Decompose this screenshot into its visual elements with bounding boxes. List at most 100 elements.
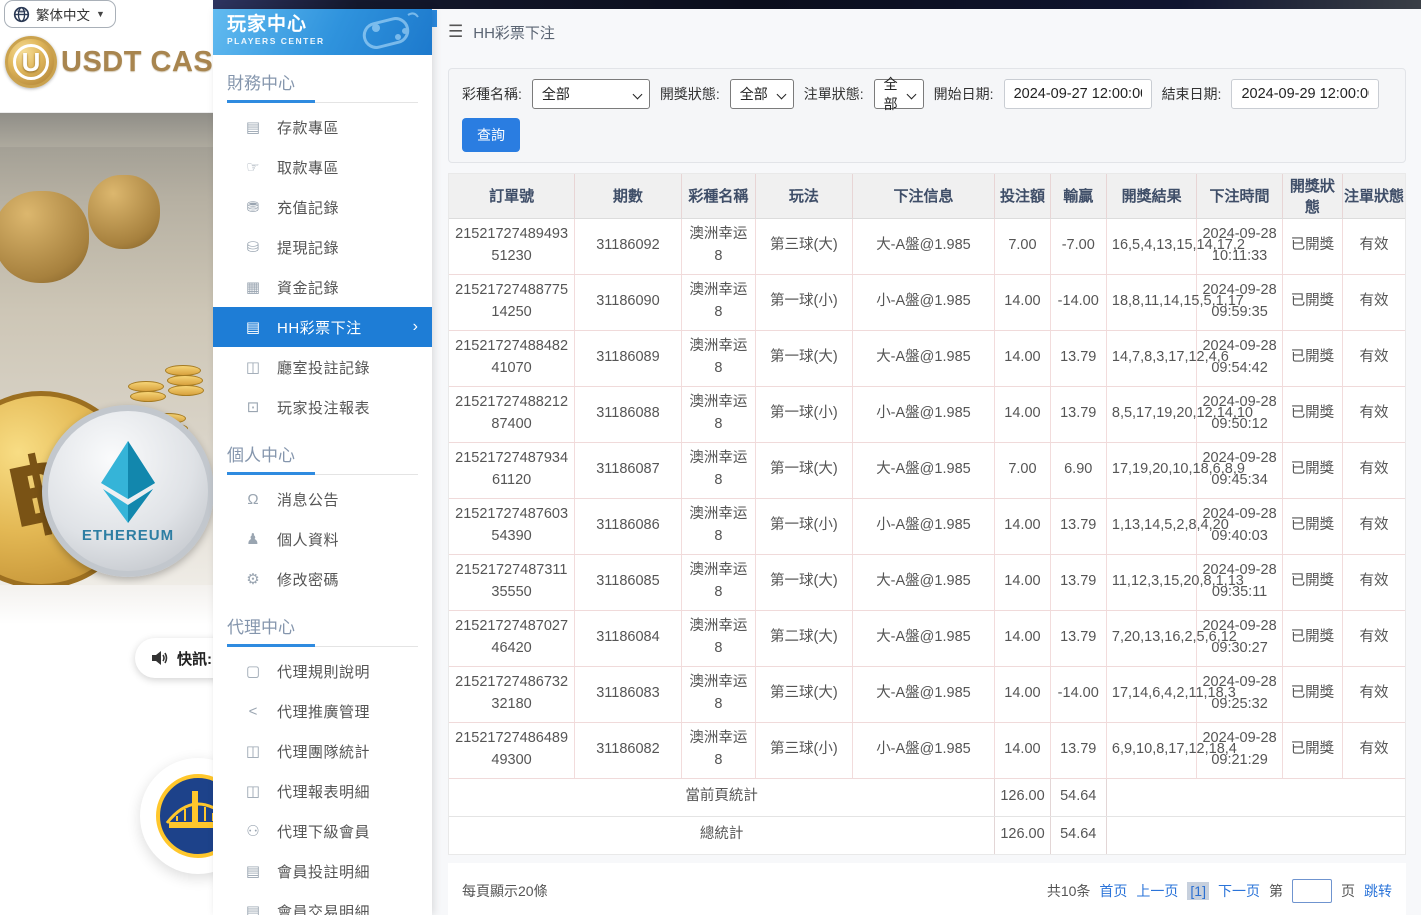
cell-draw-status: 已開獎 xyxy=(1282,274,1342,330)
cell-draw-status: 已開獎 xyxy=(1282,610,1342,666)
table-row: 2152172748877514250 31186090 澳洲幸运8 第一球(小… xyxy=(449,274,1405,330)
cell-draw-result: 7,20,13,16,2,5,6,12 xyxy=(1106,610,1196,666)
cell-bet-info: 大-A盤@1.985 xyxy=(852,610,995,666)
cell-bet-amount: 14.00 xyxy=(995,498,1050,554)
table-row: 2152172748702746420 31186084 澳洲幸运8 第二球(大… xyxy=(449,610,1405,666)
sidebar-item[interactable]: ▤ 會員交易明細 › xyxy=(213,891,432,915)
pager-controls: 共10条 首页 上一页 [1] 下一页 第 页 跳转 xyxy=(1047,879,1392,903)
withdraw-hand-icon: ☞ xyxy=(241,158,265,176)
cell-play-type: 第二球(大) xyxy=(756,610,853,666)
prev-page-link[interactable]: 上一页 xyxy=(1136,881,1178,901)
sidebar-item[interactable]: ◫ 代理報表明細 › xyxy=(213,771,432,811)
jump-action-link[interactable]: 跳转 xyxy=(1364,881,1392,901)
table-row: 2152172748673232180 31186083 澳洲幸运8 第三球(大… xyxy=(449,666,1405,722)
cell-draw-result: 1,13,14,5,2,8,4,20 xyxy=(1106,498,1196,554)
search-button[interactable]: 查詢 xyxy=(462,118,520,152)
cell-order-id: 2152172748702746420 xyxy=(449,610,575,666)
site-lower-area: 快訊: xyxy=(0,585,213,915)
column-header: 下注時間 xyxy=(1197,174,1282,218)
cell-bet-info: 小-A盤@1.985 xyxy=(852,386,995,442)
sidebar-item[interactable]: ▦ 資金記錄 › xyxy=(213,267,432,307)
sidebar-item-label: 代理報表明細 xyxy=(277,781,370,802)
cell-play-type: 第一球(大) xyxy=(756,330,853,386)
page-jump-input[interactable] xyxy=(1292,879,1332,903)
cell-bet-amount: 14.00 xyxy=(995,274,1050,330)
funds-record-icon: ▦ xyxy=(241,278,265,296)
cell-lottery-name: 澳洲幸运8 xyxy=(681,442,755,498)
cell-bet-amount: 14.00 xyxy=(995,330,1050,386)
sidebar-item[interactable]: ⛁ 提現記錄 › xyxy=(213,227,432,267)
first-page-link[interactable]: 首页 xyxy=(1099,881,1127,901)
cell-draw-result: 8,5,17,19,20,12,14,10 xyxy=(1106,386,1196,442)
sidebar-item[interactable]: ◫ 代理團隊統計 › xyxy=(213,731,432,771)
sidebar-item[interactable]: ♟ 個人資料 › xyxy=(213,519,432,559)
summary-label: 當前頁統計 xyxy=(449,778,995,816)
start-date-input[interactable] xyxy=(1004,79,1152,109)
language-label: 繁体中文 xyxy=(36,4,90,24)
sidebar-item-label: 取款專區 xyxy=(277,157,339,178)
cell-period: 31186083 xyxy=(575,666,682,722)
bet-records-table-card: 訂單號期數彩種名稱玩法下注信息投注額輸贏開獎結果下注時間開獎狀態注單狀態 215… xyxy=(448,173,1406,855)
sidebar-item[interactable]: ☞ 取款專區 › xyxy=(213,147,432,187)
personal-menu: Ω 消息公告 › ♟ 個人資料 › ⚙ 修改密碼 › xyxy=(213,479,432,599)
cell-lottery-name: 澳洲幸运8 xyxy=(681,498,755,554)
sidebar-item[interactable]: ⚙ 修改密碼 › xyxy=(213,559,432,599)
sidebar-item[interactable]: ▤ 會員投註明細 › xyxy=(213,851,432,891)
page-size-text: 每頁顯示20條 xyxy=(462,881,548,901)
next-page-link[interactable]: 下一页 xyxy=(1218,881,1260,901)
sidebar-item[interactable]: ▤ 存款專區 › xyxy=(213,107,432,147)
lottery-name-select[interactable]: 全部 xyxy=(532,79,650,109)
room-bet-record-icon: ◫ xyxy=(241,358,265,376)
cell-play-type: 第一球(小) xyxy=(756,498,853,554)
ethereum-coin-decor: ETHEREUM xyxy=(42,405,213,577)
sidebar-item[interactable]: ⛃ 充值記錄 › xyxy=(213,187,432,227)
sidebar-item-label: HH彩票下注 xyxy=(277,317,362,338)
sidebar-item[interactable]: ▤ HH彩票下注 › xyxy=(213,307,432,347)
agent-menu: ▢ 代理規則說明 › < 代理推廣管理 › ◫ 代理團隊統計 › ◫ xyxy=(213,651,432,915)
sidebar-item[interactable]: ▢ 代理規則說明 › xyxy=(213,651,432,691)
cell-bet-amount: 14.00 xyxy=(995,610,1050,666)
gear-icon: ⚙ xyxy=(241,570,265,588)
sidebar-item[interactable]: ⊡ 玩家投注報表 › xyxy=(213,387,432,427)
cell-bet-amount: 14.00 xyxy=(995,554,1050,610)
recharge-record-icon: ⛃ xyxy=(241,198,265,216)
cell-draw-status: 已開獎 xyxy=(1282,666,1342,722)
cell-win-loss: 13.79 xyxy=(1050,498,1106,554)
cell-bet-info: 大-A盤@1.985 xyxy=(852,666,995,722)
hamburger-menu-icon[interactable]: ☰ xyxy=(448,22,463,42)
sidebar-item-label: 存款專區 xyxy=(277,117,339,138)
cell-order-status: 有效 xyxy=(1343,554,1405,610)
sidebar-item[interactable]: ◫ 廳室投註記錄 › xyxy=(213,347,432,387)
column-header: 注單狀態 xyxy=(1343,174,1405,218)
member-bet-detail-icon: ▤ xyxy=(241,862,265,880)
section-divider xyxy=(227,644,418,647)
summary-win-total: 54.64 xyxy=(1050,816,1106,854)
current-page-indicator[interactable]: [1] xyxy=(1187,882,1209,900)
subordinate-members-icon: ⚇ xyxy=(241,822,265,840)
cell-win-loss: 13.79 xyxy=(1050,330,1106,386)
draw-status-select[interactable]: 全部 xyxy=(730,79,794,109)
panel-header: 玩家中心 PLAYERS CENTER xyxy=(213,9,432,55)
promo-photo: ฿ ETHEREUM xyxy=(0,113,213,585)
column-header: 開獎狀態 xyxy=(1282,174,1342,218)
gamepad-decor-icon xyxy=(346,11,426,55)
cell-lottery-name: 澳洲幸运8 xyxy=(681,218,755,274)
lottery-bet-icon: ▤ xyxy=(241,318,265,336)
pagination-bar: 每頁顯示20條 共10条 首页 上一页 [1] 下一页 第 页 跳转 xyxy=(448,863,1406,915)
news-ticker[interactable]: 快訊: xyxy=(135,638,213,678)
language-selector[interactable]: 繁体中文 ▼ xyxy=(4,0,116,28)
brand-coin-icon: U xyxy=(5,36,57,88)
order-status-label: 注單狀態: xyxy=(804,84,864,104)
order-status-select[interactable]: 全部 xyxy=(874,79,924,109)
cell-lottery-name: 澳洲幸运8 xyxy=(681,330,755,386)
top-dark-bar xyxy=(213,0,1421,9)
sidebar-item[interactable]: ⚇ 代理下級會員 › xyxy=(213,811,432,851)
cell-order-status: 有效 xyxy=(1343,666,1405,722)
column-header: 投注額 xyxy=(995,174,1050,218)
sidebar-item[interactable]: < 代理推廣管理 › xyxy=(213,691,432,731)
players-center-panel: 玩家中心 PLAYERS CENTER 財務中心 ▤ 存款專區 › xyxy=(213,9,432,915)
sidebar-item[interactable]: Ω 消息公告 › xyxy=(213,479,432,519)
sidebar-item-label: 代理規則說明 xyxy=(277,661,370,682)
column-header: 輸贏 xyxy=(1050,174,1106,218)
end-date-input[interactable] xyxy=(1231,79,1379,109)
